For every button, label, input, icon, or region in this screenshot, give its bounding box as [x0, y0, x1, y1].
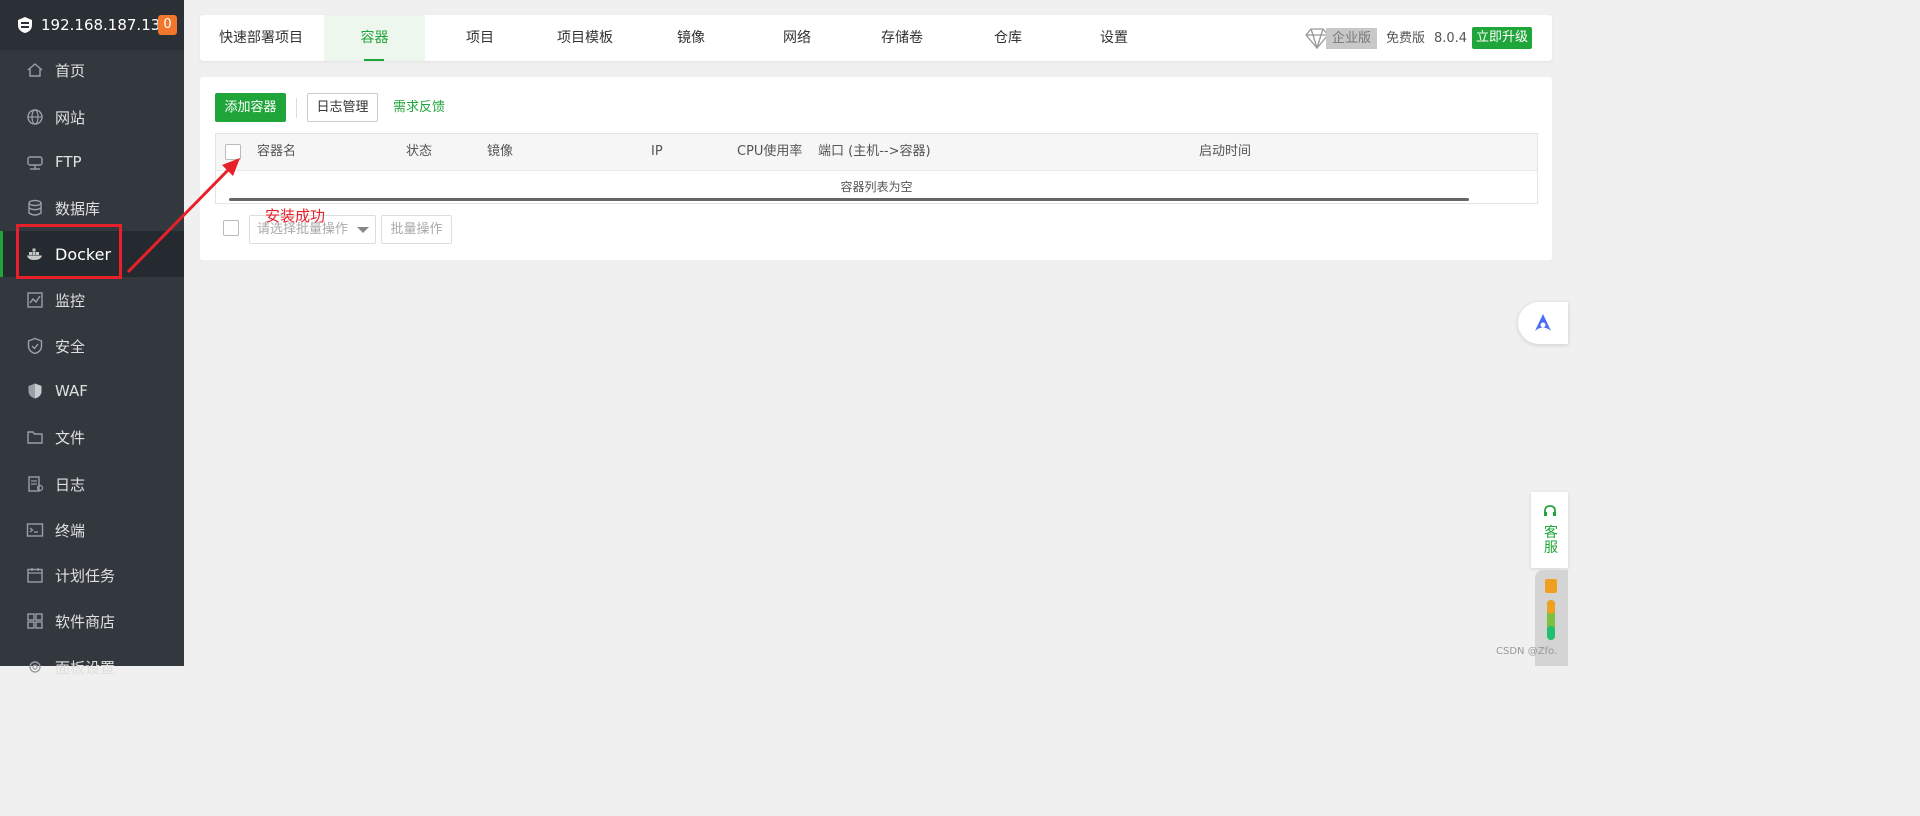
annotation-arrow [126, 158, 240, 274]
ai-assistant-widget[interactable] [1518, 302, 1568, 344]
watermark: CSDN @Zfo. [1496, 646, 1558, 657]
headset-icon [1544, 505, 1556, 516]
customer-service-label: 客服 [1544, 525, 1558, 556]
ai-assistant-icon [1531, 311, 1555, 335]
annotation-text: 安装成功 [265, 207, 326, 225]
